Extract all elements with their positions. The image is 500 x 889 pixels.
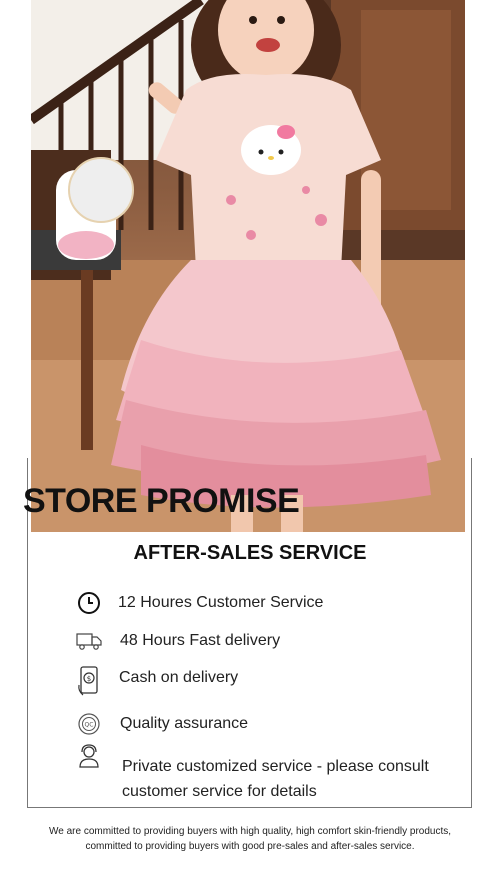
cash-phone-icon: $ bbox=[76, 665, 102, 697]
service-item-label: 48 Hours Fast delivery bbox=[120, 632, 281, 649]
clock-icon bbox=[76, 590, 102, 616]
commitment-line-2: committed to providing buyers with good … bbox=[85, 841, 415, 852]
customer-service-agent-icon bbox=[76, 743, 102, 769]
store-promise-title: STORE PROMISE bbox=[23, 482, 300, 520]
service-item-label: Cash on delivery bbox=[119, 669, 239, 686]
delivery-truck-icon bbox=[76, 628, 102, 654]
svg-text:QC: QC bbox=[85, 722, 94, 729]
service-item-label: Quality assurance bbox=[120, 715, 249, 732]
service-item-fast-delivery: 48 Hours Fast delivery bbox=[76, 628, 280, 654]
service-item-quality-assurance: QC Quality assurance bbox=[76, 711, 248, 737]
service-item-label: Private customized service - please cons… bbox=[122, 758, 429, 800]
svg-text:$: $ bbox=[87, 675, 91, 683]
quality-badge-icon: QC bbox=[76, 711, 102, 737]
product-photo bbox=[31, 0, 465, 532]
commitment-line-1: We are committed to providing buyers wit… bbox=[48, 826, 452, 837]
commitment-statement: We are committed to providing buyers wit… bbox=[40, 824, 460, 854]
service-item-cash-on-delivery: $ Cash on delivery bbox=[76, 665, 238, 697]
service-item-customer-service: 12 Houres Customer Service bbox=[76, 590, 323, 616]
girl-in-pink-tutu-illustration bbox=[31, 0, 465, 532]
service-item-label: 12 Houres Customer Service bbox=[118, 594, 324, 611]
service-item-private-service: Private customized service - please cons… bbox=[76, 743, 432, 804]
after-sales-service-title: AFTER-SALES SERVICE bbox=[133, 542, 367, 564]
